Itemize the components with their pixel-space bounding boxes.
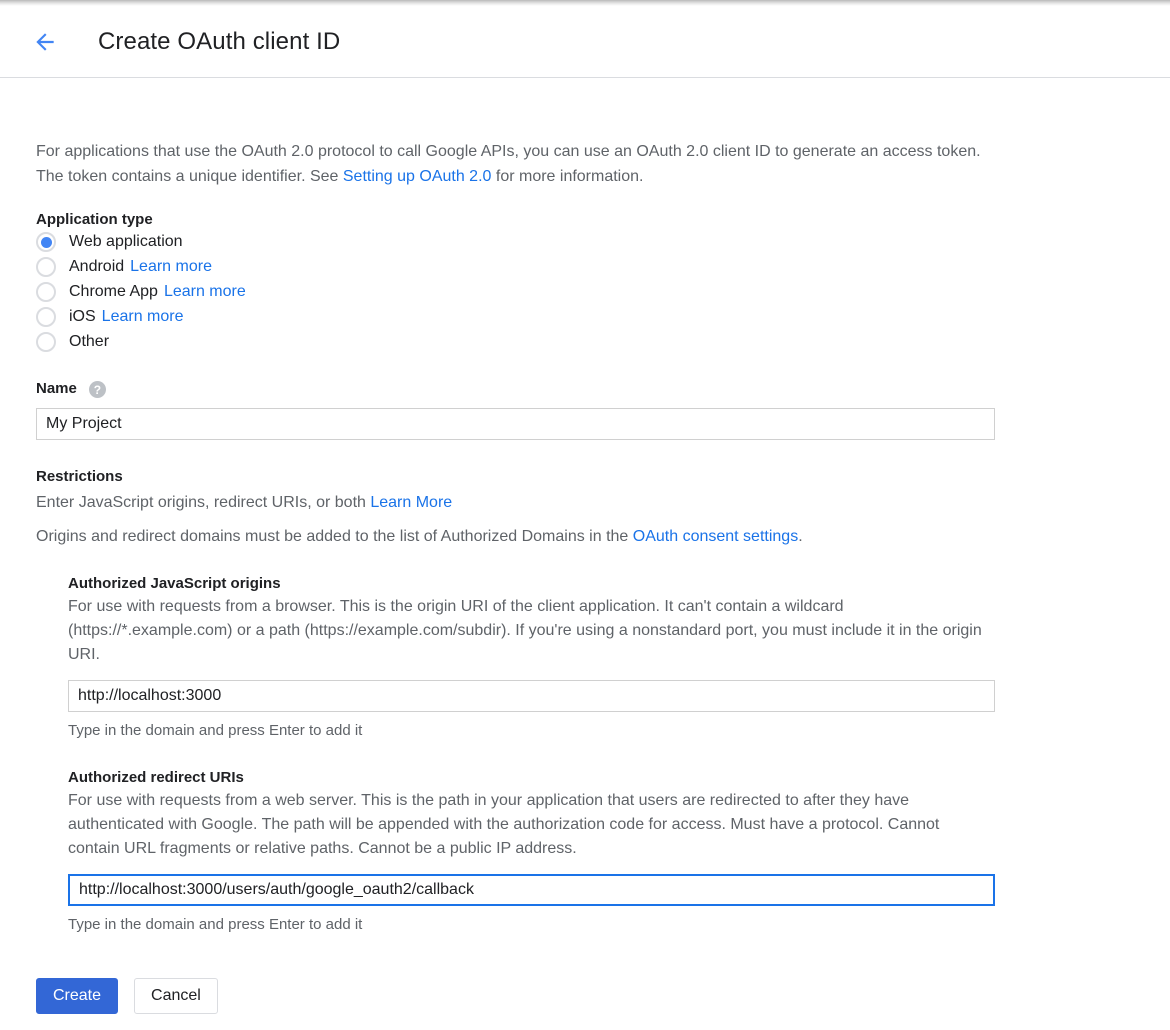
authorized-redirect-uris-block: Authorized redirect URIs For use with re… — [68, 769, 1134, 933]
help-circle-icon[interactable]: ? — [89, 381, 106, 398]
redirect-uris-input[interactable] — [68, 874, 995, 906]
radio-label-other: Other — [69, 333, 109, 351]
javascript-origins-description: For use with requests from a browser. Th… — [68, 595, 993, 667]
radio-option-ios[interactable]: iOS Learn more — [36, 305, 1134, 329]
restrictions-title: Restrictions — [36, 468, 1134, 485]
radio-option-android[interactable]: Android Learn more — [36, 255, 1134, 279]
javascript-origins-title: Authorized JavaScript origins — [68, 575, 1134, 592]
learn-more-link-android[interactable]: Learn more — [130, 258, 212, 276]
restrictions-line-2-suffix: . — [798, 528, 802, 545]
create-button[interactable]: Create — [36, 978, 118, 1014]
page-header: Create OAuth client ID — [0, 6, 1170, 78]
radio-label-android: Android — [69, 258, 124, 276]
radio-option-other[interactable]: Other — [36, 330, 1134, 354]
application-type-label: Application type — [36, 211, 1134, 228]
radio-label-ios: iOS — [69, 308, 96, 326]
cancel-button[interactable]: Cancel — [134, 978, 218, 1014]
application-type-radio-group: Web application Android Learn more Chrom… — [36, 230, 1134, 354]
radio-indicator-other[interactable] — [36, 332, 56, 352]
redirect-uris-title: Authorized redirect URIs — [68, 769, 1134, 786]
page-content: For applications that use the OAuth 2.0 … — [0, 79, 1170, 1014]
radio-indicator-chrome-app[interactable] — [36, 282, 56, 302]
setting-up-oauth-link[interactable]: Setting up OAuth 2.0 — [343, 168, 492, 185]
intro-paragraph: For applications that use the OAuth 2.0 … — [36, 139, 996, 189]
restrictions-line-2-text: Origins and redirect domains must be add… — [36, 528, 633, 545]
restrictions-line-1: Enter JavaScript origins, redirect URIs,… — [36, 491, 1134, 515]
learn-more-link-chrome-app[interactable]: Learn more — [164, 283, 246, 301]
oauth-consent-settings-link[interactable]: OAuth consent settings — [633, 528, 798, 545]
radio-indicator-ios[interactable] — [36, 307, 56, 327]
restrictions-line-2: Origins and redirect domains must be add… — [36, 525, 1134, 549]
page-title: Create OAuth client ID — [98, 28, 340, 56]
radio-option-web-application[interactable]: Web application — [36, 230, 1134, 254]
radio-indicator-android[interactable] — [36, 257, 56, 277]
learn-more-link-restrictions[interactable]: Learn More — [370, 494, 452, 511]
redirect-uris-hint: Type in the domain and press Enter to ad… — [68, 916, 1134, 933]
radio-label-web-application: Web application — [69, 233, 183, 251]
name-input[interactable] — [36, 408, 995, 440]
radio-option-chrome-app[interactable]: Chrome App Learn more — [36, 280, 1134, 304]
action-button-row: Create Cancel — [36, 978, 1134, 1014]
name-field-block: Name ? — [36, 380, 1134, 440]
javascript-origins-hint: Type in the domain and press Enter to ad… — [68, 722, 1134, 739]
redirect-uris-description: For use with requests from a web server.… — [68, 789, 993, 861]
authorized-javascript-origins-block: Authorized JavaScript origins For use wi… — [68, 575, 1134, 739]
restrictions-line-1-text: Enter JavaScript origins, redirect URIs,… — [36, 494, 370, 511]
javascript-origins-input[interactable] — [68, 680, 995, 712]
intro-text-part2: for more information. — [491, 168, 643, 185]
arrow-left-icon[interactable] — [28, 25, 62, 59]
radio-label-chrome-app: Chrome App — [69, 283, 158, 301]
name-label: Name — [36, 380, 77, 397]
learn-more-link-ios[interactable]: Learn more — [102, 308, 184, 326]
radio-indicator-web-application[interactable] — [36, 232, 56, 252]
